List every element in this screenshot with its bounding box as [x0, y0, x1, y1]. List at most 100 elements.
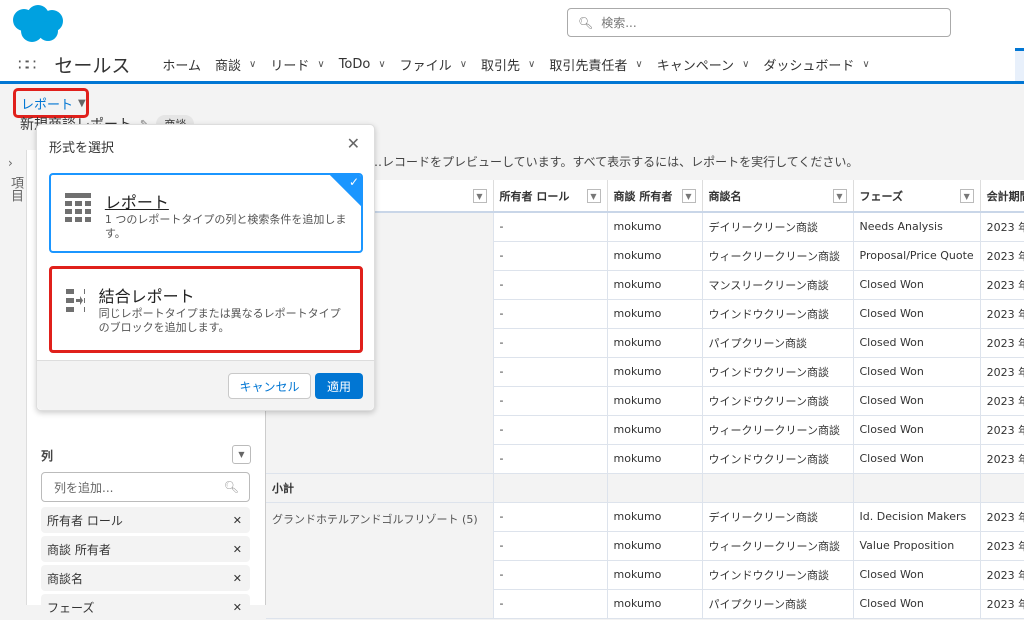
remove-icon[interactable]: ✕	[233, 572, 242, 585]
column-header[interactable]: 商談 所有者 ▼	[607, 180, 703, 213]
chevron-down-icon[interactable]: ∨	[742, 59, 749, 70]
table-cell: -	[493, 212, 608, 242]
table-cell: -	[493, 270, 608, 300]
table-cell: -	[493, 415, 608, 445]
table-cell: ウィークリークリーン商談	[702, 241, 854, 271]
group-cell: グランドホテルアンドゴルフリゾート (5)	[266, 502, 494, 619]
fields-panel-collapsed[interactable]: › 項目	[0, 150, 27, 605]
column-menu-icon[interactable]: ▼	[832, 189, 847, 203]
table-cell: 2023 年度	[980, 241, 1024, 271]
popover-title: 形式を選択	[49, 141, 115, 156]
table-cell: -	[493, 531, 608, 561]
app-launcher-icon[interactable]: ∷∷	[18, 55, 36, 74]
remove-icon[interactable]: ✕	[233, 543, 242, 556]
global-search-input[interactable]: 🔍︎ 検索...	[567, 8, 951, 37]
add-column-input[interactable]: 列を追加... 🔍︎	[41, 472, 250, 502]
column-header[interactable]: 所有者 ロール ▼	[493, 180, 608, 213]
chevron-down-icon[interactable]: ∨	[460, 59, 467, 70]
table-cell: 2023 年度	[980, 299, 1024, 329]
table-cell: mokumo	[607, 444, 703, 474]
nav-tab[interactable]: 取引先責任者 ∨	[549, 55, 642, 74]
table-cell: 2023 年度	[980, 531, 1024, 561]
table-cell: mokumo	[607, 386, 703, 416]
nav-tab[interactable]: キャンペーン ∨	[657, 55, 750, 74]
table-cell: Closed Won	[853, 444, 981, 474]
search-icon: 🔍︎	[578, 15, 594, 30]
table-cell: mokumo	[607, 357, 703, 387]
format-option-joined-report[interactable]: 結合レポート 同じレポートタイプまたは異なるレポートタイプのブロックを追加します。	[49, 266, 363, 353]
nav-tab[interactable]: ToDo ∨	[339, 55, 386, 74]
nav-tab[interactable]: リード ∨	[270, 55, 324, 74]
column-chip[interactable]: 所有者 ロール ✕	[41, 507, 250, 533]
close-icon[interactable]: ✕	[347, 134, 360, 153]
remove-icon[interactable]: ✕	[233, 514, 242, 527]
table-cell: デイリークリーン商談	[702, 502, 854, 532]
table-cell: mokumo	[607, 589, 703, 619]
preview-notice: …レコードをプレビューしています。すべて表示するには、レポートを実行してください…	[370, 155, 859, 169]
table-cell: mokumo	[607, 502, 703, 532]
apply-button[interactable]: 適用	[315, 373, 363, 399]
popover-footer: キャンセル 適用	[37, 360, 374, 410]
table-cell: mokumo	[607, 299, 703, 329]
column-menu-icon[interactable]: ▼	[681, 189, 696, 203]
report-preview-table: ▼所有者 ロール▼商談 所有者▼商談名▼フェーズ▼会計期間 …石油株式会社 (9…	[266, 180, 1024, 619]
app-name: セールス	[54, 55, 131, 77]
subtotal-row: 小計	[266, 473, 1024, 503]
table-cell: ウインドウクリーン商談	[702, 560, 854, 590]
table-cell: -	[493, 241, 608, 271]
table-cell: ウインドウクリーン商談	[702, 386, 854, 416]
column-chip[interactable]: フェーズ ✕	[41, 594, 250, 620]
table-cell: 2023 年度	[980, 415, 1024, 445]
global-header: 🔍︎ 検索...	[0, 0, 1024, 48]
joined-report-icon	[66, 289, 85, 312]
app-nav-bar: ∷∷ セールス ホーム 商談 ∨ リード ∨ ToDo ∨ ファイル ∨ 取引先 ∨ 取引先責任者 ∨ キ…	[0, 48, 1024, 84]
table-cell: ウィークリークリーン商談	[702, 531, 854, 561]
columns-menu-button[interactable]: ▼	[232, 445, 251, 464]
table-cell: -	[493, 299, 608, 329]
table-row: …石油株式会社 (9)-mokumoデイリークリーン商談Needs Analys…	[266, 212, 1024, 474]
caret-down-icon: ▼	[78, 97, 86, 109]
cancel-button[interactable]: キャンセル	[228, 373, 311, 399]
table-cell: Closed Won	[853, 270, 981, 300]
format-picker-popover: 形式を選択 ✕ レポート 1 つのレポートタイプの列と検索条件を追加します。 ✓ …	[36, 124, 375, 411]
table-cell: mokumo	[607, 328, 703, 358]
chevron-down-icon[interactable]: ∨	[317, 59, 324, 70]
column-chip[interactable]: 商談名 ✕	[41, 565, 250, 591]
chevron-down-icon[interactable]: ∨	[249, 59, 256, 70]
table-cell: 2023 年度	[980, 560, 1024, 590]
chevron-down-icon[interactable]: ∨	[378, 59, 385, 70]
column-header[interactable]: フェーズ ▼	[853, 180, 981, 213]
table-cell: マンスリークリーン商談	[702, 270, 854, 300]
table-cell: Closed Won	[853, 589, 981, 619]
remove-icon[interactable]: ✕	[233, 601, 242, 614]
table-cell: -	[493, 589, 608, 619]
chevron-right-icon[interactable]: ›	[8, 156, 13, 170]
nav-tab[interactable]: ホーム	[162, 55, 201, 74]
column-menu-icon[interactable]: ▼	[586, 189, 601, 203]
search-icon: 🔍︎	[223, 480, 239, 494]
chevron-down-icon[interactable]: ∨	[528, 59, 535, 70]
chevron-down-icon[interactable]: ∨	[862, 59, 869, 70]
table-icon	[65, 193, 91, 222]
nav-tab[interactable]: ファイル ∨	[400, 55, 467, 74]
column-header[interactable]: 会計期間	[980, 180, 1024, 213]
format-option-report[interactable]: レポート 1 つのレポートタイプの列と検索条件を追加します。 ✓	[49, 173, 363, 253]
salesforce-logo[interactable]	[10, 4, 66, 44]
table-cell: Needs Analysis	[853, 212, 981, 242]
column-header[interactable]: 商談名 ▼	[702, 180, 854, 213]
nav-tab[interactable]: 商談 ∨	[215, 55, 256, 74]
nav-tab[interactable]: ダッシュボード ∨	[763, 55, 869, 74]
nav-tab[interactable]: 取引先 ∨	[481, 55, 535, 74]
table-cell: ウインドウクリーン商談	[702, 444, 854, 474]
table-cell: mokumo	[607, 270, 703, 300]
column-menu-icon[interactable]: ▼	[472, 189, 487, 203]
table-cell: mokumo	[607, 531, 703, 561]
column-chip[interactable]: 商談 所有者 ✕	[41, 536, 250, 562]
table-cell: Closed Won	[853, 299, 981, 329]
column-menu-icon[interactable]: ▼	[959, 189, 974, 203]
chevron-down-icon[interactable]: ∨	[635, 59, 642, 70]
table-cell: -	[493, 386, 608, 416]
table-cell: mokumo	[607, 415, 703, 445]
table-cell: ウィークリークリーン商談	[702, 415, 854, 445]
table-cell: 2023 年度	[980, 444, 1024, 474]
